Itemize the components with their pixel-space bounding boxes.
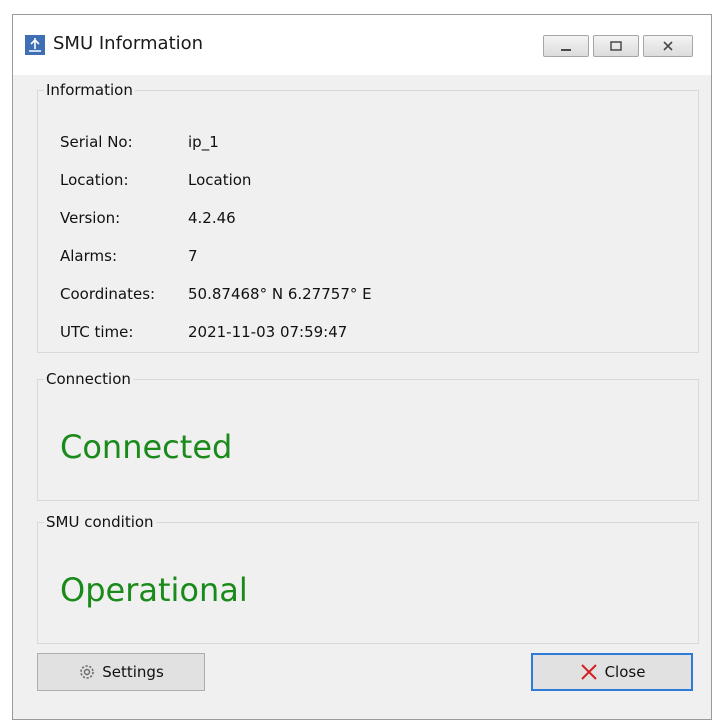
app-icon — [25, 35, 45, 55]
connection-group: Connection Connected — [37, 370, 699, 501]
utc-time-label: UTC time: — [60, 323, 134, 341]
maximize-button[interactable] — [593, 35, 639, 57]
location-value: Location — [188, 171, 252, 189]
settings-label: Settings — [102, 663, 164, 681]
alarms-label: Alarms: — [60, 247, 118, 265]
smu-condition-status: Operational — [60, 571, 248, 609]
smu-condition-group: SMU condition Operational — [37, 513, 699, 644]
close-label: Close — [604, 663, 646, 681]
information-legend: Information — [46, 81, 133, 99]
serial-value: ip_1 — [188, 133, 219, 151]
smu-information-window: SMU Information Information Serial No: i… — [12, 14, 712, 720]
close-button[interactable]: Close — [531, 653, 693, 691]
close-icon — [663, 41, 673, 51]
connection-legend: Connection — [46, 370, 131, 388]
window-title: SMU Information — [53, 33, 204, 54]
coordinates-value: 50.87468° N 6.27757° E — [188, 285, 372, 303]
maximize-icon — [610, 41, 622, 51]
alarms-value: 7 — [188, 247, 198, 265]
coordinates-label: Coordinates: — [60, 285, 156, 303]
utc-time-value: 2021-11-03 07:59:47 — [188, 323, 348, 341]
red-x-icon — [579, 662, 599, 682]
connection-status: Connected — [60, 428, 233, 466]
settings-button[interactable]: Settings — [37, 653, 205, 691]
minimize-icon — [561, 49, 571, 51]
gear-icon — [78, 663, 96, 681]
version-value: 4.2.46 — [188, 209, 236, 227]
minimize-button[interactable] — [543, 35, 589, 57]
window-close-button[interactable] — [643, 35, 693, 57]
version-label: Version: — [60, 209, 121, 227]
serial-label: Serial No: — [60, 133, 133, 151]
title-bar[interactable]: SMU Information — [13, 15, 711, 75]
location-label: Location: — [60, 171, 129, 189]
information-group: Information Serial No: ip_1 Location: Lo… — [37, 81, 699, 353]
smu-condition-legend: SMU condition — [46, 513, 154, 531]
